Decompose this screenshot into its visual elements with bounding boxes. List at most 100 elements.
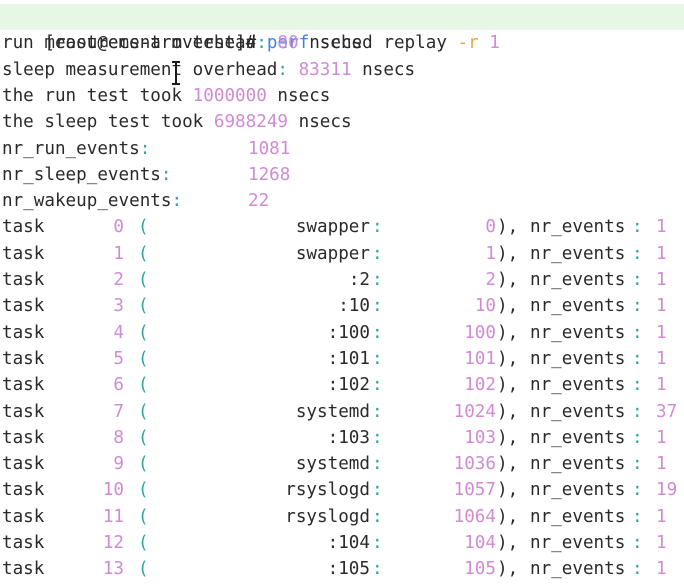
task-id: 0 xyxy=(113,217,124,238)
task-row: task 13(:105:105), nr_events:1 xyxy=(0,556,682,582)
events-label: nr_events xyxy=(530,480,626,501)
summary-unit: nsecs xyxy=(298,112,352,133)
events-label: nr_events xyxy=(530,559,626,580)
task-word: task xyxy=(2,243,45,264)
task-word: task xyxy=(2,270,45,290)
open-paren: ( xyxy=(138,296,149,317)
task-pid: 2 xyxy=(485,270,496,290)
close-paren-comma: ), xyxy=(497,533,519,553)
task-pid: 100 xyxy=(464,322,496,343)
close-paren-comma: ), xyxy=(497,401,519,422)
colon: : xyxy=(632,559,643,580)
task-pid: 1036 xyxy=(453,454,496,475)
close-paren-comma: ), xyxy=(497,270,519,290)
summary-line: the sleep test took 6988249 nsecs xyxy=(2,109,352,135)
task-row: task 8(:103:103), nr_events:1 xyxy=(0,425,682,451)
colon: : xyxy=(171,191,183,212)
colon: : xyxy=(372,533,383,553)
colon: : xyxy=(372,270,383,290)
events-value: 1 xyxy=(656,322,667,343)
open-paren: ( xyxy=(138,401,149,422)
events-label: nr_events xyxy=(530,348,626,369)
colon: : xyxy=(372,217,383,238)
events-value: 1 xyxy=(656,533,667,553)
events-label: nr_events xyxy=(530,217,626,238)
terminal-window[interactable]: [root@ecs-arm test]# perf sched replay -… xyxy=(0,0,684,587)
task-name: :105 xyxy=(327,559,370,580)
colon: : xyxy=(160,164,172,185)
summary-value: 83311 xyxy=(298,59,352,80)
colon: : xyxy=(632,322,643,343)
close-paren-comma: ), xyxy=(497,375,519,396)
colon: : xyxy=(632,506,643,527)
task-id: 13 xyxy=(102,559,124,580)
open-paren: ( xyxy=(138,533,149,553)
task-id: 5 xyxy=(113,348,124,369)
open-paren: ( xyxy=(138,480,149,501)
summary-label: sleep measurement overhead xyxy=(2,59,278,80)
counter-line: nr_wakeup_events: 22 xyxy=(2,188,682,214)
close-paren-comma: ), xyxy=(497,454,519,475)
task-id: 1 xyxy=(113,243,124,264)
close-paren-comma: ), xyxy=(497,296,519,317)
colon: : xyxy=(632,401,643,422)
counter-label: nr_wakeup_events xyxy=(2,191,172,212)
task-id: 9 xyxy=(113,454,124,475)
counter-line: nr_run_events: 1081 xyxy=(2,136,682,162)
task-name: :10 xyxy=(338,296,370,317)
counter-label: nr_sleep_events xyxy=(2,164,161,185)
task-name: :103 xyxy=(327,427,370,448)
task-name: swapper xyxy=(295,243,370,264)
open-paren: ( xyxy=(138,559,149,580)
colon: : xyxy=(372,375,383,396)
close-paren-comma: ), xyxy=(497,506,519,527)
summary-label: the run test took xyxy=(2,85,183,106)
summary-value: 80 xyxy=(277,33,299,54)
close-paren-comma: ), xyxy=(497,243,519,264)
colon: : xyxy=(139,138,151,159)
open-paren: ( xyxy=(138,243,149,264)
events-value: 1 xyxy=(656,348,667,369)
task-row: task 7(systemd:1024), nr_events:37 xyxy=(0,399,682,425)
task-name: :102 xyxy=(327,375,370,396)
task-word: task xyxy=(2,322,45,343)
task-row: task 5(:101:101), nr_events:1 xyxy=(0,346,682,372)
summary-value: 1000000 xyxy=(192,85,267,106)
open-paren: ( xyxy=(138,427,149,448)
events-label: nr_events xyxy=(530,401,626,422)
close-paren-comma: ), xyxy=(497,480,519,501)
task-word: task xyxy=(2,427,45,448)
command-flag: -r xyxy=(457,33,479,54)
events-value: 19 xyxy=(656,480,678,501)
close-paren-comma: ), xyxy=(497,559,519,580)
task-name: :100 xyxy=(327,322,370,343)
task-row: task 0(swapper:0), nr_events:1 xyxy=(0,214,682,240)
counter-value: 22 xyxy=(248,191,270,212)
text-cursor-icon xyxy=(172,61,180,85)
events-value: 1 xyxy=(656,506,667,527)
events-label: nr_events xyxy=(530,296,626,317)
task-word: task xyxy=(2,217,45,238)
summary-label: the sleep test took xyxy=(2,112,204,133)
events-label: nr_events xyxy=(530,454,626,475)
task-pid: 10 xyxy=(474,296,496,317)
colon: : xyxy=(372,454,383,475)
events-label: nr_events xyxy=(530,533,626,553)
colon: : xyxy=(372,296,383,317)
counter-line: nr_sleep_events: 1268 xyxy=(2,162,682,188)
command-prompt-line: [root@ecs-arm test]# perf sched replay -… xyxy=(0,4,684,53)
events-value: 1 xyxy=(656,217,667,238)
summary-line: sleep measurement overhead: 83311 nsecs xyxy=(2,57,415,83)
task-row: task 4(:100:100), nr_events:1 xyxy=(0,320,682,346)
task-row: task 3(:10:10), nr_events:1 xyxy=(0,293,682,319)
colon: : xyxy=(632,427,643,448)
task-id: 8 xyxy=(113,427,124,448)
task-pid: 102 xyxy=(464,375,496,396)
open-paren: ( xyxy=(138,322,149,343)
task-pid: 1064 xyxy=(453,506,496,527)
task-pid: 1057 xyxy=(453,480,496,501)
events-label: nr_events xyxy=(530,375,626,396)
counter-label: nr_run_events xyxy=(2,138,140,159)
colon: : xyxy=(372,559,383,580)
summary-unit: nsecs xyxy=(309,33,363,54)
